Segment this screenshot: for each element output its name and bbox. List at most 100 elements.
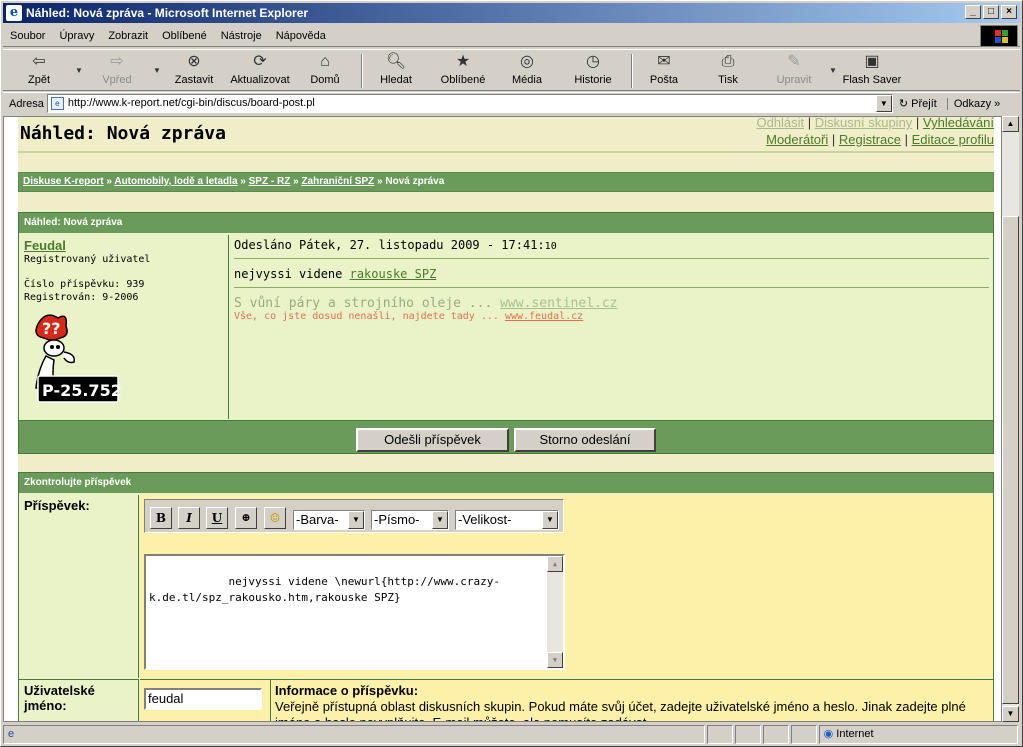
forward-button[interactable]: ⇨ Vpřed (91, 52, 143, 90)
stop-button[interactable]: ⊗ Zastavit (168, 52, 220, 90)
media-button[interactable]: ◎ Média (503, 52, 551, 90)
title-bar: e Náhled: Nová zpráva - Microsoft Intern… (3, 3, 1020, 23)
status-page-icon: e (8, 728, 15, 740)
edit-button[interactable]: ✎ Upravit (769, 52, 819, 90)
sentinel-link[interactable]: www.sentinel.cz (500, 296, 617, 311)
avatar-plate-text: P-25.752 (42, 381, 122, 400)
groups-link[interactable]: Diskusní skupiny (815, 117, 913, 130)
menu-favorites[interactable]: Oblíbené (155, 30, 214, 42)
print-button[interactable]: ⎙ Tisk (705, 52, 751, 90)
page-scrollbar[interactable]: ▲ ▼ (1002, 116, 1019, 722)
address-bar: Adresa e http://www.k-report.net/cgi-bin… (3, 92, 1020, 114)
menu-file[interactable]: Soubor (3, 30, 52, 42)
post-info: Informace o příspěvku: Veřejně přístupná… (270, 679, 993, 721)
history-button[interactable]: ◷ Historie (565, 52, 621, 90)
author-registered: Registrován: 9-2006 (24, 292, 139, 303)
feudal-link[interactable]: www.feudal.cz (505, 311, 583, 322)
underline-button[interactable]: U (206, 507, 228, 529)
svg-text:??: ?? (42, 319, 61, 338)
preview-box: Náhled: Nová zpráva Feudal Registrovaný … (18, 212, 994, 454)
ie-icon: e (6, 5, 22, 21)
menu-edit[interactable]: Úpravy (52, 30, 101, 42)
breadcrumb-forum[interactable]: Diskuse K-report (23, 176, 104, 187)
search-button[interactable]: 🔍︎ Hledat (371, 52, 421, 90)
breadcrumb-category[interactable]: Automobily, lodě a letadla (114, 176, 237, 187)
address-input[interactable]: e http://www.k-report.net/cgi-bin/discus… (46, 94, 893, 113)
links-button[interactable]: Odkazy » (946, 97, 1000, 110)
cancel-post-button[interactable]: Storno odeslání (514, 428, 656, 452)
close-button[interactable]: × (1001, 5, 1017, 19)
address-url: http://www.k-report.net/cgi-bin/discus/b… (67, 97, 315, 109)
menu-view[interactable]: Zobrazit (101, 30, 155, 42)
post-info-title: Informace o příspěvku: (275, 683, 419, 698)
submit-post-button[interactable]: Odešli příspěvek (356, 428, 509, 452)
go-button[interactable]: ↻ Přejít (899, 97, 937, 110)
action-bar: Odešli příspěvek Storno odeslání (19, 420, 993, 453)
media-icon: ◎ (520, 53, 534, 70)
scroll-thumb[interactable] (1002, 216, 1019, 704)
back-button[interactable]: ⇦ Zpět (13, 52, 65, 90)
page-content: Náhled: Nová zpráva Odhlásit | Diskusní … (18, 117, 994, 721)
back-dropdown-icon[interactable]: ▼ (75, 66, 83, 75)
favorites-button[interactable]: ★ Oblíbené (433, 52, 493, 90)
breadcrumb-topic[interactable]: SPZ - RZ (249, 176, 291, 187)
menu-help[interactable]: Nápověda (269, 30, 333, 42)
scroll-up-button[interactable]: ▲ (1002, 116, 1019, 132)
page-viewport: Náhled: Nová zpráva Odhlásit | Diskusní … (3, 116, 1002, 722)
sent-date: Odesláno Pátek, 27. listopadu 2009 - 17:… (234, 238, 989, 259)
author-panel: Feudal Registrovaný uživatel Číslo přísp… (19, 235, 229, 419)
size-select[interactable]: -Velikost- ▼ (455, 510, 559, 530)
format-toolbar: B I U ⊕ ☺ -Barva- ▼ -Písmo- ▼ -Velikost- ▼ (144, 499, 564, 533)
print-icon: ⎙ (721, 53, 735, 70)
color-select[interactable]: -Barva- ▼ (293, 510, 365, 530)
font-select[interactable]: -Písmo- ▼ (371, 510, 449, 530)
scroll-down-button[interactable]: ▼ (1002, 706, 1019, 722)
username-label: Uživatelské jméno: (19, 679, 139, 721)
edit-dropdown-icon[interactable]: ▼ (829, 66, 837, 75)
signature-line-1: S vůní páry a strojního oleje ... www.se… (234, 296, 618, 311)
mail-button[interactable]: ✉ Pošta (641, 52, 687, 90)
username-cell: feudal (140, 679, 270, 721)
avatar: ?? P-25.752 (35, 314, 122, 403)
breadcrumb: Diskuse K-report » Automobily, lodě a le… (18, 172, 994, 192)
post-editor: B I U ⊕ ☺ -Barva- ▼ -Písmo- ▼ -Velikost- ▼ … (140, 495, 993, 678)
refresh-button[interactable]: ⟳ Aktualizovat (225, 52, 295, 90)
flash-saver-icon: ▣ (864, 53, 880, 70)
home-icon: ⌂ (320, 53, 330, 70)
preview-header: Náhled: Nová zpráva (19, 213, 993, 233)
message-link[interactable]: rakouske SPZ (350, 267, 437, 281)
smiley-icon[interactable]: ☺ (264, 507, 286, 529)
bold-button[interactable]: B (150, 507, 172, 529)
link-icon[interactable]: ⊕ (235, 507, 257, 529)
minimize-button[interactable]: _ (965, 5, 981, 19)
author-name[interactable]: Feudal (24, 238, 223, 253)
menu-bar: Soubor Úpravy Zobrazit Oblíbené Nástroje… (3, 25, 1020, 47)
username-input[interactable]: feudal (144, 688, 262, 710)
forward-dropdown-icon[interactable]: ▼ (153, 66, 161, 75)
author-post-count: Číslo příspěvku: 939 (24, 279, 145, 290)
register-link[interactable]: Registrace (839, 132, 901, 147)
breadcrumb-current: Nová zpráva (385, 176, 445, 187)
search-link[interactable]: Vyhledávání (923, 117, 994, 130)
address-dropdown-icon[interactable]: ▼ (875, 95, 892, 112)
status-text: e (3, 725, 705, 744)
menu-tools[interactable]: Nástroje (214, 30, 269, 42)
italic-button[interactable]: I (178, 507, 200, 529)
breadcrumb-subtopic[interactable]: Zahraniční SPZ (301, 176, 374, 187)
flash-saver-button[interactable]: ▣ Flash Saver (839, 52, 905, 90)
moderators-link[interactable]: Moderátoři (766, 132, 828, 147)
check-box: Zkontrolujte příspěvek Příspěvek: B I U … (18, 472, 994, 721)
logout-link[interactable]: Odhlásit (756, 117, 804, 130)
author-role: Registrovaný uživatel (24, 254, 151, 265)
windows-logo-icon (980, 25, 1018, 47)
home-button[interactable]: ⌂ Domů (301, 52, 349, 90)
refresh-icon: ⟳ (253, 53, 267, 70)
stop-icon: ⊗ (187, 53, 201, 70)
profile-link[interactable]: Editace profilu (912, 132, 994, 147)
post-textarea[interactable]: nejvyssi videne \newurl{http://www.crazy… (144, 554, 565, 670)
page-title: Náhled: Nová zpráva (20, 123, 226, 144)
maximize-button[interactable]: □ (983, 5, 999, 19)
check-header: Zkontrolujte příspěvek (19, 473, 993, 493)
textarea-scrollbar[interactable]: ▲ ▼ (547, 556, 563, 668)
edit-icon: ✎ (787, 53, 801, 70)
